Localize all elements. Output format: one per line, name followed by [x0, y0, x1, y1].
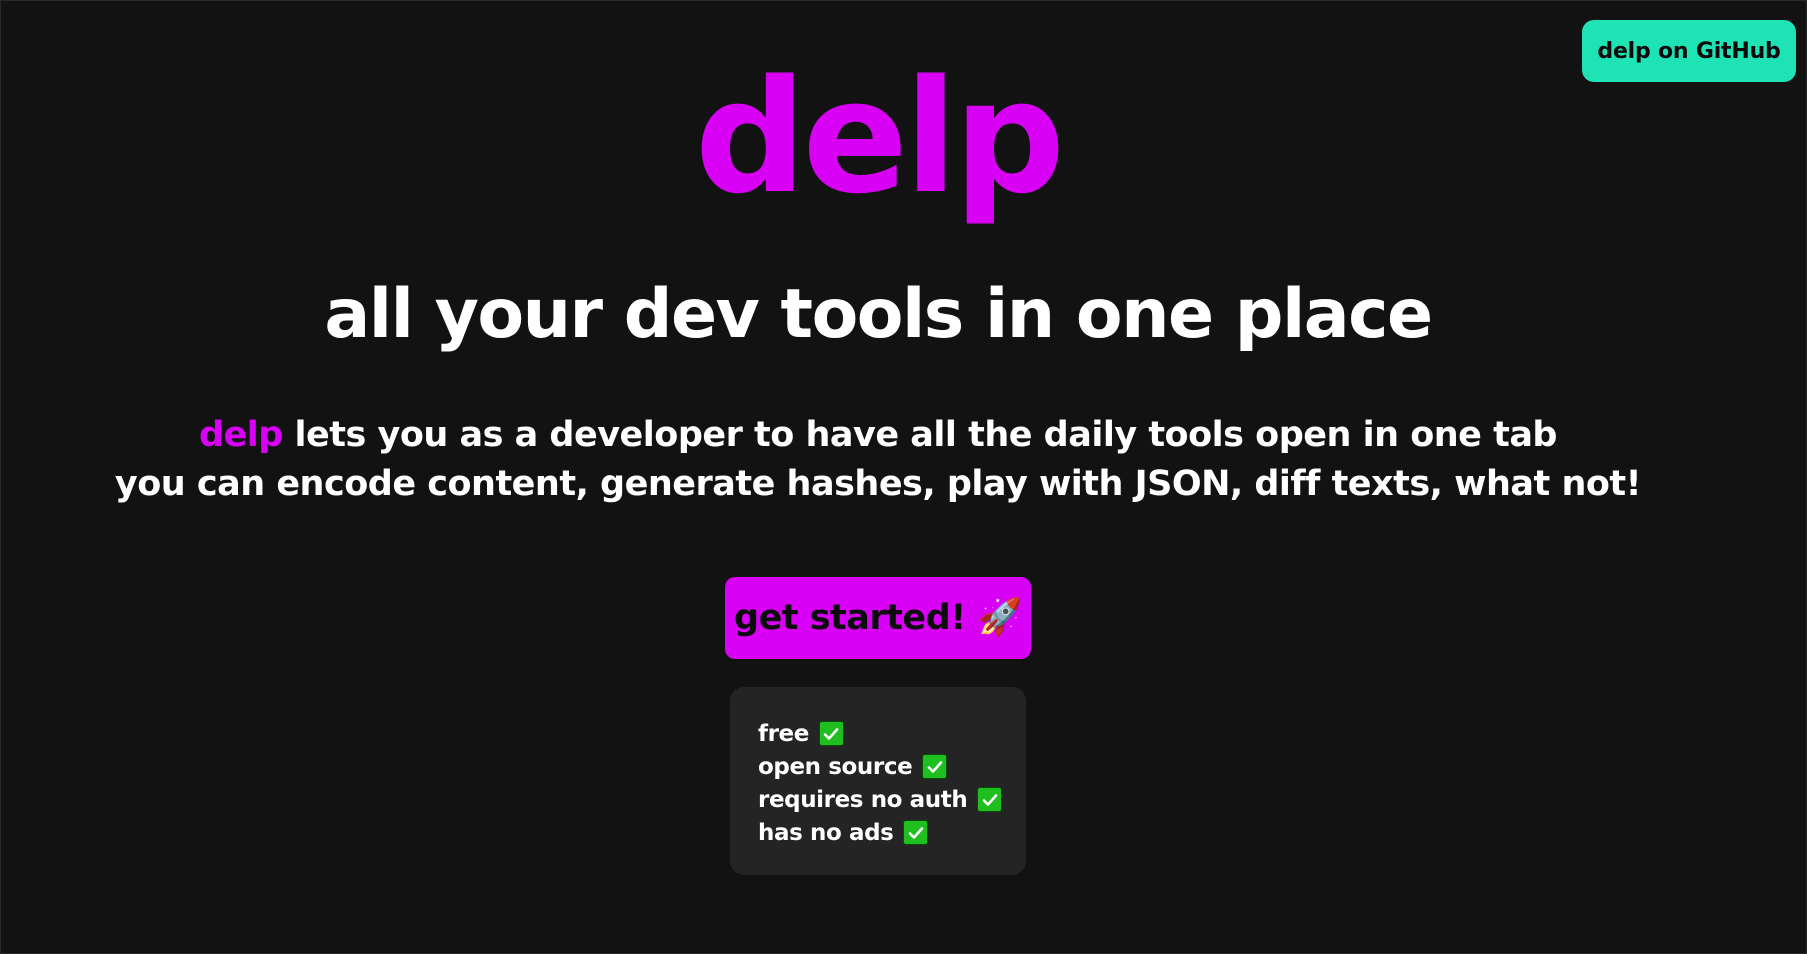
rocket-icon: 🚀	[977, 597, 1023, 638]
check-icon	[818, 721, 844, 746]
feature-label: requires no auth	[758, 786, 968, 813]
logo: delp	[694, 46, 1066, 228]
feature-label: has no ads	[758, 819, 894, 846]
check-icon	[977, 787, 1003, 812]
check-icon	[922, 754, 948, 779]
description-line-1: delp lets you as a developer to have all…	[1, 411, 1755, 460]
feature-item-no-ads: has no ads	[758, 816, 1026, 849]
description-line-1-text: lets you as a developer to have all the …	[282, 415, 1558, 455]
feature-label: free	[758, 720, 809, 747]
description: delp lets you as a developer to have all…	[1, 411, 1755, 509]
description-brand: delp	[199, 415, 283, 455]
description-line-2: you can encode content, generate hashes,…	[114, 464, 1642, 504]
check-icon	[903, 820, 929, 845]
landing-page: delp on GitHub delp all your dev tools i…	[0, 0, 1807, 954]
get-started-button[interactable]: get started! 🚀	[725, 577, 1031, 659]
get-started-label: get started!	[734, 598, 966, 638]
feature-label: open source	[758, 753, 913, 780]
feature-item-open-source: open source	[758, 750, 1026, 783]
feature-item-no-auth: requires no auth	[758, 783, 1026, 816]
feature-item-free: free	[758, 717, 1026, 750]
features-card: free open source requires no auth has no…	[730, 687, 1026, 875]
tagline: all your dev tools in one place	[324, 275, 1433, 354]
